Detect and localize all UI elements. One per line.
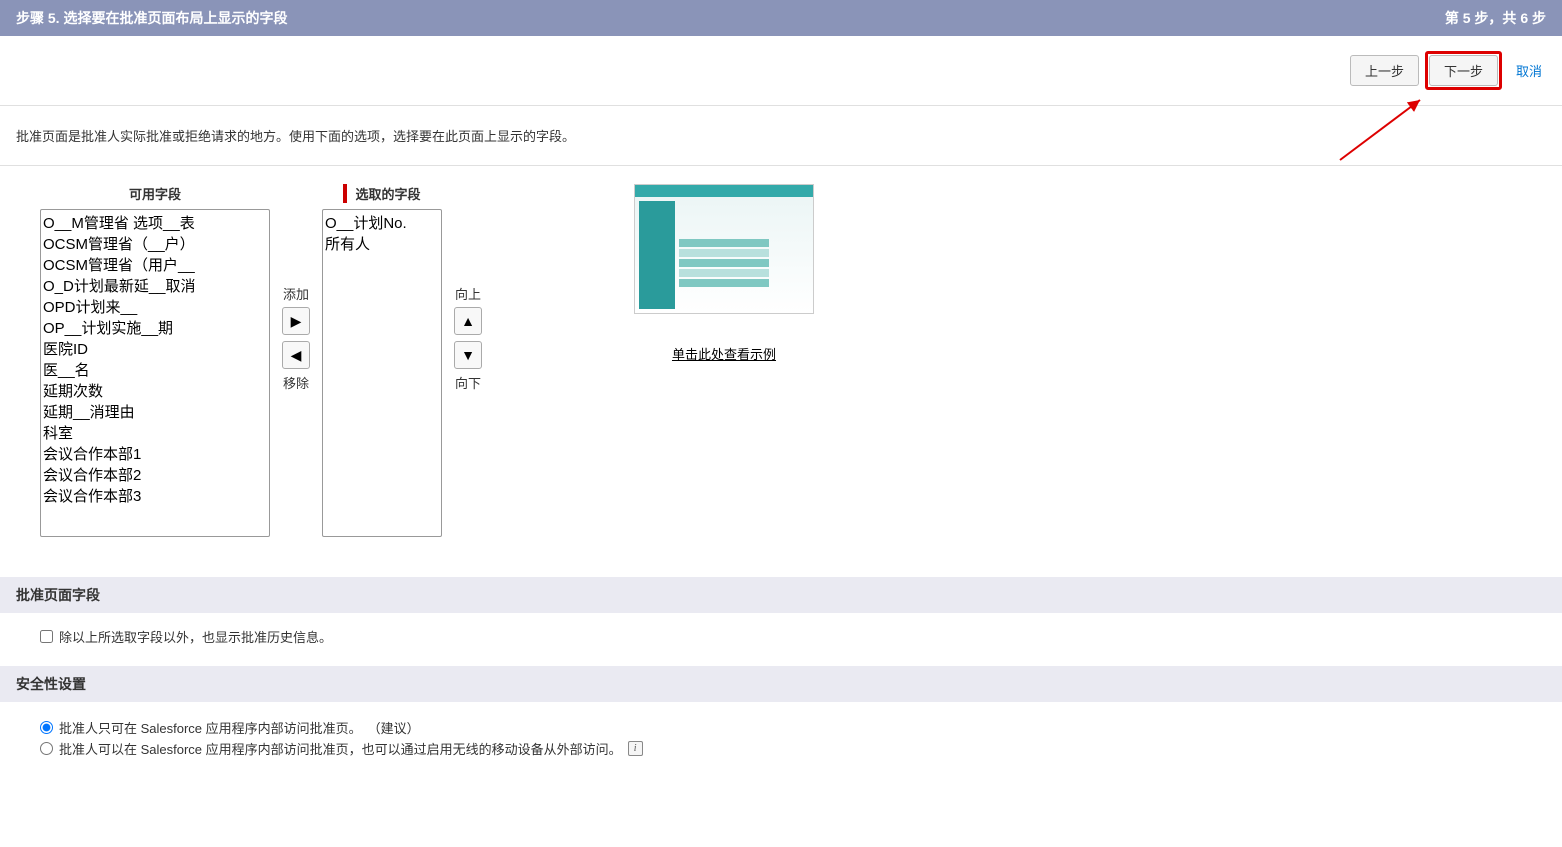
selected-fields-listbox[interactable]: O__计划No.所有人	[322, 209, 442, 537]
remove-label: 移除	[283, 373, 309, 392]
list-item[interactable]: 所有人	[325, 233, 439, 254]
list-item[interactable]: 会议合作本部1	[43, 443, 267, 464]
section-header-security: 安全性设置	[0, 666, 1562, 702]
cancel-link[interactable]: 取消	[1516, 61, 1542, 80]
arrow-down-icon: ▼	[461, 347, 475, 363]
list-item[interactable]: O__计划No.	[325, 212, 439, 233]
available-header: 可用字段	[129, 184, 181, 203]
move-down-button[interactable]: ▼	[454, 341, 482, 369]
list-item[interactable]: O__M管理省 选项__表	[43, 212, 267, 233]
selected-header: 选取的字段	[343, 184, 420, 203]
wizard-step-header: 步骤 5. 选择要在批准页面布局上显示的字段 第 5 步，共 6 步	[0, 0, 1562, 36]
info-icon[interactable]: i	[628, 741, 643, 756]
arrow-up-icon: ▲	[461, 313, 475, 329]
list-item[interactable]: 延期次数	[43, 380, 267, 401]
show-history-checkbox[interactable]	[40, 630, 53, 643]
list-item[interactable]: 延期__消理由	[43, 401, 267, 422]
show-history-row[interactable]: 除以上所选取字段以外，也显示批准历史信息。	[40, 627, 1522, 646]
page-root: 步骤 5. 选择要在批准页面布局上显示的字段 第 5 步，共 6 步 上一步 下…	[0, 0, 1562, 780]
arrow-left-icon: ◀	[291, 347, 302, 364]
list-item[interactable]: OCSM管理省（用户__	[43, 254, 267, 275]
section-body-fields: 除以上所选取字段以外，也显示批准历史信息。	[0, 613, 1562, 666]
add-remove-controls: 添加 ▶ ◀ 移除	[282, 184, 310, 392]
available-column: 可用字段 O__M管理省 选项__表OCSM管理省（__户）OCSM管理省（用户…	[40, 184, 270, 537]
reorder-controls: 向上 ▲ ▼ 向下	[454, 184, 482, 392]
show-history-label: 除以上所选取字段以外，也显示批准历史信息。	[59, 627, 332, 646]
section-header-fields: 批准页面字段	[0, 577, 1562, 613]
security-radio-external[interactable]	[40, 742, 53, 755]
step-indicator: 第 5 步，共 6 步	[1445, 8, 1546, 28]
next-highlight: 下一步	[1425, 51, 1502, 90]
list-item[interactable]: 医院ID	[43, 338, 267, 359]
remove-button[interactable]: ◀	[282, 341, 310, 369]
field-picker: 可用字段 O__M管理省 选项__表OCSM管理省（__户）OCSM管理省（用户…	[0, 166, 1562, 577]
example-link[interactable]: 单击此处查看示例	[672, 347, 776, 362]
list-item[interactable]: 医__名	[43, 359, 267, 380]
arrow-right-icon: ▶	[291, 313, 302, 330]
next-button[interactable]: 下一步	[1429, 55, 1498, 86]
security-label-1-suffix: （建议）	[368, 718, 420, 737]
list-item[interactable]: OP__计划实施__期	[43, 317, 267, 338]
list-item[interactable]: 会议合作本部2	[43, 464, 267, 485]
security-label-2: 批准人可以在 Salesforce 应用程序内部访问批准页，也可以通过启用无线的…	[59, 739, 622, 758]
security-radio-internal[interactable]	[40, 721, 53, 734]
section-body-security: 批准人只可在 Salesforce 应用程序内部访问批准页。 （建议） 批准人可…	[0, 702, 1562, 780]
security-option-1[interactable]: 批准人只可在 Salesforce 应用程序内部访问批准页。 （建议）	[40, 718, 1522, 737]
move-up-button[interactable]: ▲	[454, 307, 482, 335]
available-fields-listbox[interactable]: O__M管理省 选项__表OCSM管理省（__户）OCSM管理省（用户__O_D…	[40, 209, 270, 537]
list-item[interactable]: 科室	[43, 422, 267, 443]
prev-button[interactable]: 上一步	[1350, 55, 1419, 86]
step-title: 步骤 5. 选择要在批准页面布局上显示的字段	[16, 8, 287, 28]
example-column: 单击此处查看示例	[634, 184, 814, 363]
add-label: 添加	[283, 284, 309, 303]
list-item[interactable]: OPD计划来__	[43, 296, 267, 317]
security-label-1: 批准人只可在 Salesforce 应用程序内部访问批准页。	[59, 718, 362, 737]
down-label: 向下	[455, 373, 481, 392]
selected-column: 选取的字段 O__计划No.所有人	[322, 184, 442, 537]
list-item[interactable]: OCSM管理省（__户）	[43, 233, 267, 254]
up-label: 向上	[455, 284, 481, 303]
description-text: 批准页面是批准人实际批准或拒绝请求的地方。使用下面的选项，选择要在此页面上显示的…	[0, 106, 1562, 166]
nav-bar: 上一步 下一步 取消	[0, 36, 1562, 106]
list-item[interactable]: 会议合作本部3	[43, 485, 267, 506]
security-option-2[interactable]: 批准人可以在 Salesforce 应用程序内部访问批准页，也可以通过启用无线的…	[40, 739, 1522, 758]
list-item[interactable]: O_D计划最新延__取消	[43, 275, 267, 296]
add-button[interactable]: ▶	[282, 307, 310, 335]
example-thumbnail[interactable]	[634, 184, 814, 314]
